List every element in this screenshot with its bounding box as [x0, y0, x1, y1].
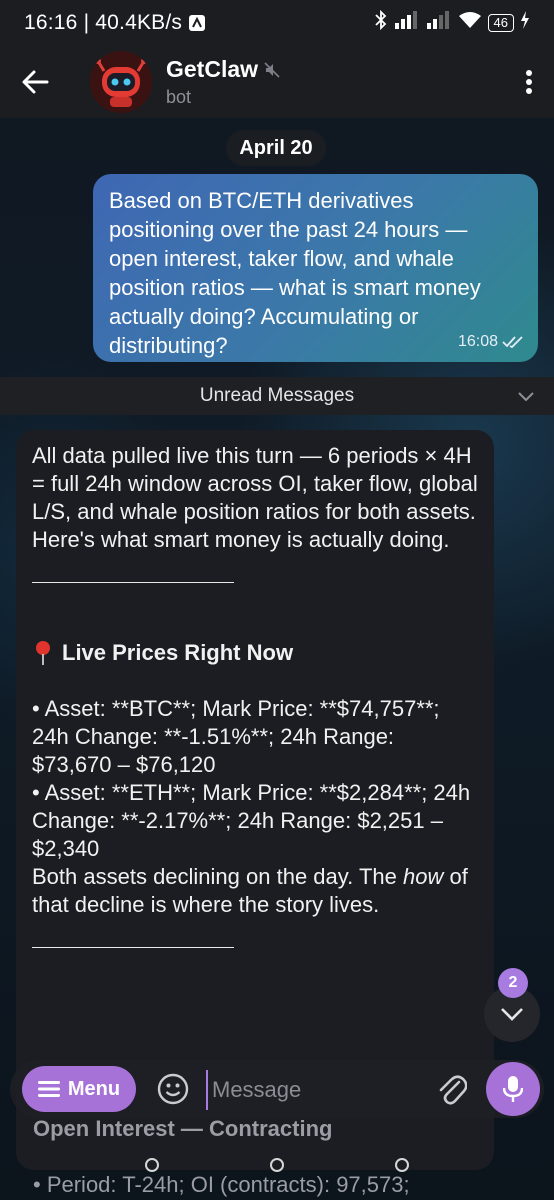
muted-icon [264, 61, 280, 78]
section-heading: Live Prices Right Now [32, 639, 478, 667]
message-time: 16:08 [457, 333, 498, 350]
nav-back-button[interactable] [145, 1158, 159, 1172]
microphone-button[interactable] [486, 1062, 540, 1116]
back-arrow-icon [22, 70, 49, 94]
microphone-icon [503, 1076, 523, 1102]
menu-label: Menu [67, 1077, 121, 1100]
hamburger-icon [37, 1081, 60, 1097]
paperclip-icon [439, 1075, 467, 1105]
date-pill: April 20 [226, 130, 326, 166]
chevron-down-icon [518, 392, 534, 402]
avatar[interactable] [90, 51, 152, 113]
wifi-icon [458, 11, 482, 35]
signal-icon [394, 11, 420, 35]
eth-line: • Asset: **ETH**; Mark Price: **$2,284**… [32, 780, 471, 861]
unread-count-badge: 2 [498, 968, 528, 998]
bluetooth-icon [374, 9, 388, 36]
back-button[interactable] [0, 46, 70, 118]
vertical-dots-icon [526, 70, 532, 94]
status-time: 16:16 | 40.4KB/s [24, 11, 183, 34]
unread-label: Unread Messages [199, 385, 355, 406]
unread-divider: Unread Messages [0, 377, 554, 415]
robot-icon [90, 51, 152, 113]
divider [32, 947, 234, 948]
double-check-icon [502, 335, 523, 348]
btc-line: • Asset: **BTC**; Mark Price: **$74,757*… [32, 696, 440, 777]
chat-title: GetClaw [166, 56, 280, 83]
pin-icon [36, 641, 50, 665]
nfc-icon [188, 14, 206, 32]
status-bar: 16:16 | 40.4KB/s 46 [0, 0, 554, 46]
incoming-message[interactable]: All data pulled live this turn — 6 perio… [16, 430, 494, 1170]
emoji-button[interactable] [155, 1070, 191, 1108]
message-intro: All data pulled live this turn — 6 perio… [32, 443, 478, 552]
decline-text: Both assets declining on the day. The ho… [32, 864, 468, 917]
message-meta: 16:08 [458, 327, 524, 356]
chat-subtitle: bot [166, 87, 192, 107]
smiley-icon [157, 1073, 189, 1105]
chevron-down-icon [501, 1008, 523, 1021]
oi-heading: Open Interest — Contracting [33, 1116, 333, 1141]
battery-icon: 46 [487, 14, 514, 32]
outgoing-message-text: Based on BTC/ETH derivatives positioning… [109, 188, 481, 358]
oi-line: • Period: T-24h; OI (contracts): 97,573; [33, 1172, 410, 1197]
menu-button[interactable]: Menu [22, 1066, 136, 1112]
nav-recents-button[interactable] [395, 1158, 409, 1172]
more-options-button[interactable] [504, 46, 554, 118]
nav-home-button[interactable] [270, 1158, 284, 1172]
charging-icon [520, 11, 530, 35]
signal-2-icon [426, 11, 452, 35]
outgoing-message[interactable]: Based on BTC/ETH derivatives positioning… [93, 174, 538, 362]
message-input[interactable] [206, 1070, 432, 1110]
chat-header: GetClaw bot [0, 46, 554, 118]
attach-button[interactable] [432, 1068, 472, 1110]
